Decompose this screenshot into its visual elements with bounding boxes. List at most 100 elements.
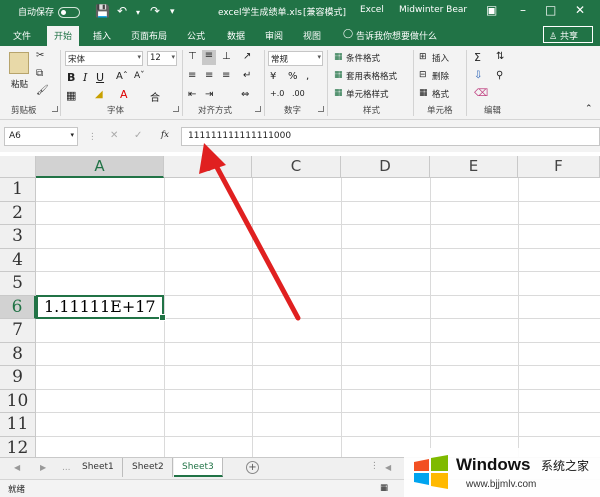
name-box[interactable]: A6 ▾	[4, 127, 78, 146]
row-header-12[interactable]: 12	[0, 436, 36, 457]
column-header-d[interactable]: D	[341, 156, 430, 178]
tab-file[interactable]: 文件	[13, 29, 31, 42]
active-cell[interactable]: 1.11111E+17	[36, 294, 166, 321]
increase-decimal-icon[interactable]: +.0	[270, 89, 284, 98]
number-launcher[interactable]	[318, 106, 324, 112]
sheet-tab-3[interactable]: Sheet3	[174, 458, 223, 477]
comma-icon[interactable]: ,	[306, 71, 309, 82]
scroll-tabs-left-icon[interactable]: ◀	[14, 463, 20, 472]
currency-icon[interactable]: ¥	[270, 71, 276, 82]
undo-icon[interactable]: ↶	[117, 4, 127, 18]
tab-page-layout[interactable]: 页面布局	[131, 29, 167, 42]
decrease-indent-icon[interactable]: ⇤	[188, 89, 196, 100]
enter-icon[interactable]: ✓	[134, 130, 142, 141]
row-header-2[interactable]: 2	[0, 201, 36, 225]
select-all-button[interactable]	[0, 156, 36, 178]
align-middle-icon[interactable]: ≡	[202, 50, 216, 65]
cut-icon[interactable]: ✂	[36, 50, 44, 61]
worksheet-grid[interactable]: ABCDEF 1 2 3 4 5 6 7 8 9 10 11 12 1.11111E+17	[0, 152, 600, 457]
align-bottom-icon[interactable]: ⊥	[222, 51, 231, 62]
tell-me-box[interactable]: 告诉我你想要做什么	[356, 29, 437, 42]
fill-icon[interactable]: ⇩	[474, 70, 482, 81]
scroll-tabs-right-icon[interactable]: ▶	[40, 463, 46, 472]
undo-dropdown-icon[interactable]: ▾	[136, 8, 140, 17]
hscroll-left-icon[interactable]: ◀	[385, 463, 391, 472]
more-sheets-icon[interactable]: …	[62, 463, 71, 473]
number-format-combo[interactable]: 常规 ▾	[268, 51, 323, 66]
paste-icon[interactable]	[9, 52, 29, 74]
align-left-icon[interactable]: ≡	[188, 70, 196, 81]
row-header-8[interactable]: 8	[0, 342, 36, 366]
font-color-icon[interactable]: A	[120, 88, 128, 101]
row-header-4[interactable]: 4	[0, 248, 36, 272]
macro-record-icon[interactable]: ▦	[380, 483, 388, 493]
cell-styles-button[interactable]: 单元格样式	[346, 88, 389, 100]
percent-icon[interactable]: %	[288, 71, 298, 82]
insert-cells-button[interactable]: 插入	[432, 52, 449, 64]
sort-filter-icon[interactable]: ⇅	[496, 51, 504, 62]
column-header-c[interactable]: C	[252, 156, 341, 178]
align-center-icon[interactable]: ≡	[205, 70, 213, 81]
find-select-icon[interactable]: ⚲	[496, 70, 503, 81]
shrink-font-icon[interactable]: Aˇ	[134, 71, 145, 81]
merge-center-icon[interactable]: ⇔	[241, 89, 249, 100]
autosum-icon[interactable]: Σ	[474, 51, 481, 64]
row-header-5[interactable]: 5	[0, 272, 36, 296]
tab-review[interactable]: 审阅	[265, 29, 283, 42]
collapse-ribbon-icon[interactable]: ⌃	[585, 104, 593, 114]
column-header-e[interactable]: E	[430, 156, 518, 178]
column-header-a[interactable]: A	[36, 156, 164, 178]
increase-indent-icon[interactable]: ⇥	[205, 89, 213, 100]
save-icon[interactable]: 💾	[95, 4, 110, 18]
format-cells-button[interactable]: 格式	[432, 88, 449, 100]
format-as-table-button[interactable]: 套用表格格式	[346, 70, 397, 82]
maximize-icon[interactable]: □	[545, 3, 556, 17]
add-sheet-icon[interactable]: +	[246, 461, 259, 474]
clipboard-launcher[interactable]	[52, 106, 58, 112]
minimize-icon[interactable]: –	[520, 3, 526, 17]
conditional-format-button[interactable]: 条件格式	[346, 52, 380, 64]
tab-home[interactable]: 开始	[47, 26, 80, 46]
wrap-text-icon[interactable]: ↵	[243, 70, 251, 81]
font-size-combo[interactable]: 12 ▾	[147, 51, 177, 66]
bold-icon[interactable]: B	[67, 71, 75, 84]
fill-color-icon[interactable]: ◢	[95, 89, 103, 100]
underline-icon[interactable]: U	[96, 71, 104, 84]
delete-cells-button[interactable]: 删除	[432, 70, 449, 82]
autosave-toggle[interactable]	[58, 7, 80, 18]
phonetic-icon[interactable]: 合	[150, 89, 160, 104]
tab-insert[interactable]: 插入	[93, 29, 111, 42]
sheet-tab-1[interactable]: Sheet1	[74, 458, 123, 477]
align-right-icon[interactable]: ≡	[222, 70, 230, 81]
ribbon-display-icon[interactable]: ▣	[486, 3, 497, 17]
copy-icon[interactable]: ⧉	[36, 68, 43, 79]
close-icon[interactable]: ✕	[575, 3, 585, 17]
tab-data[interactable]: 数据	[227, 29, 245, 42]
row-header-9[interactable]: 9	[0, 366, 36, 390]
row-header-6[interactable]: 6	[0, 295, 36, 319]
font-name-combo[interactable]: 宋体 ▾	[65, 51, 143, 66]
orientation-icon[interactable]: ↗	[243, 51, 251, 62]
column-header-f[interactable]: F	[518, 156, 600, 178]
formula-input[interactable]: 111111111111111000	[181, 127, 600, 146]
row-header-11[interactable]: 11	[0, 413, 36, 437]
tab-formulas[interactable]: 公式	[187, 29, 205, 42]
tab-view[interactable]: 视图	[303, 29, 321, 42]
font-launcher[interactable]	[173, 106, 179, 112]
paste-button[interactable]: 粘贴	[11, 78, 28, 90]
row-header-3[interactable]: 3	[0, 225, 36, 249]
customize-qat-icon[interactable]: ▾	[170, 7, 175, 17]
italic-icon[interactable]: I	[83, 71, 87, 84]
borders-icon[interactable]: ▦	[66, 89, 76, 102]
decrease-decimal-icon[interactable]: .00	[292, 89, 305, 98]
share-button[interactable]: ♙ 共享	[543, 26, 593, 43]
clear-icon[interactable]: ⌫	[474, 88, 488, 99]
cancel-icon[interactable]: ✕	[110, 130, 118, 141]
alignment-launcher[interactable]	[255, 106, 261, 112]
grow-font-icon[interactable]: Aˆ	[116, 71, 128, 82]
format-painter-icon[interactable]: 🖌	[36, 85, 49, 96]
row-header-1[interactable]: 1	[0, 178, 36, 202]
sheet-tab-2[interactable]: Sheet2	[124, 458, 173, 477]
redo-icon[interactable]: ↷	[150, 4, 160, 18]
row-header-7[interactable]: 7	[0, 319, 36, 343]
